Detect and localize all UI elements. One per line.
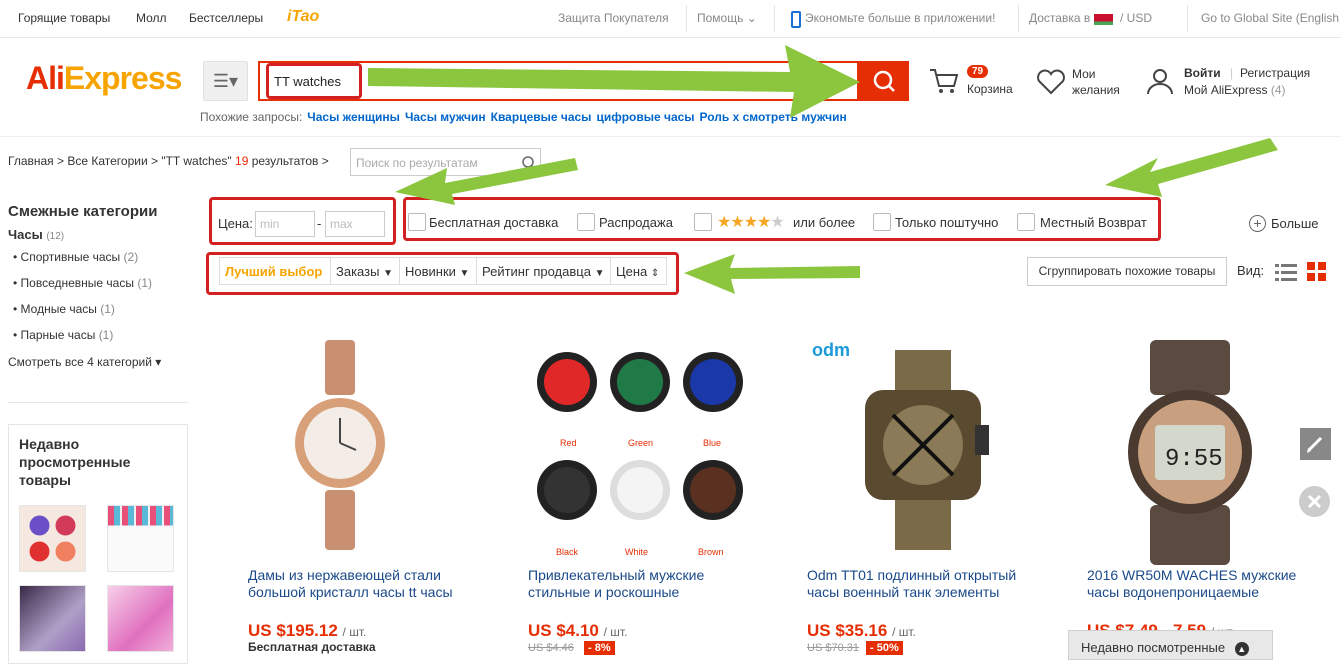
old-price: US $4.46 [528,642,574,654]
close-icon [1307,494,1322,509]
lcd-display: 9:55 [1165,446,1223,473]
product-image-rose-gold-watch[interactable] [270,340,410,550]
close-button[interactable] [1299,486,1330,517]
view-label: Вид: [1237,263,1265,278]
subcategory-item[interactable]: • Повседневные часы (1) [13,276,152,290]
group-similar-button[interactable]: Сгруппировать похожие товары [1027,257,1227,286]
product-title[interactable]: Odm TT01 подлинный открытый часы военный… [807,567,1037,601]
cart-count-badge: 79 [967,65,989,78]
related-categories-title: Смежные категории [8,203,158,220]
variant-label: Red [560,438,577,448]
edit-feedback-button[interactable] [1300,428,1331,460]
recent-thumbnail[interactable] [107,585,174,652]
highlight-box-filters [403,197,1161,241]
related-searches: Похожие запросы: Часы женщины Часы мужчин К… [200,110,847,124]
discount-badge: - 8% [584,641,615,655]
pencil-icon [1307,436,1323,453]
list-view-icon[interactable] [1275,263,1297,281]
chevron-down-icon: ⌄ [746,11,757,25]
heart-icon[interactable] [1036,68,1066,96]
variant-label: Green [628,438,653,448]
recent-thumbnail[interactable] [19,505,86,572]
variant-label: Black [556,547,579,557]
product-price: US $35.16 / шт. [807,621,916,640]
see-all-categories-link[interactable]: Смотреть все 4 категорий ▾ [8,355,161,369]
hot-deals-link[interactable]: Горящие товары [18,11,110,25]
recently-viewed-title: Недавно просмотренные товары [19,436,131,488]
more-filters-button[interactable]: Больше [1271,216,1319,231]
related-link[interactable]: Роль х смотреть мужчин [700,110,847,124]
global-site-link[interactable]: Go to Global Site (English [1201,11,1339,25]
wishlist-label[interactable]: Мои [1072,67,1096,81]
cart-label[interactable]: Корзина [967,82,1013,96]
wishlist-label-2[interactable]: желания [1072,83,1120,97]
variant-label: Blue [703,438,721,448]
menu-icon: ☰▾ [212,71,239,91]
buyer-protection-link[interactable]: Защита Покупателя [558,11,669,25]
recently-viewed-panel: Недавно просмотренные товары [8,424,188,664]
divider [8,402,188,403]
discount-badge: - 50% [866,641,903,655]
arrow-left-2 [1105,138,1278,197]
old-price: US $70.31 [807,642,859,654]
product-price: US $4.10 / шт. [528,621,628,640]
subcategory-item[interactable]: • Спортивные часы (2) [13,250,138,264]
highlight-box-sort [206,252,679,295]
search-icon [522,156,537,171]
app-link[interactable]: Экономьте больше в приложении! [805,11,995,25]
divider: | [1230,66,1234,80]
related-link[interactable]: Кварцевые часы [491,110,592,124]
itao-logo[interactable]: iTao [287,8,319,26]
product-title[interactable]: Дамы из нержавеющей стали большой криста… [248,567,478,601]
grid-view-icon[interactable] [1307,262,1327,282]
highlight-box-search [266,63,362,99]
arrow-left-3 [684,254,860,294]
search-within-results-input[interactable]: Поиск по результатам [350,148,541,176]
recent-thumbnail[interactable] [19,585,86,652]
breadcrumb: Главная > Все Категории > "TT watches" 1… [8,154,329,168]
help-menu[interactable]: Помощь ⌄ [697,11,757,25]
category-watches[interactable]: Часы (12) [8,227,64,242]
variant-label: Brown [698,547,724,557]
product-image-digital-watch[interactable]: 9:55 [1115,340,1265,565]
ship-to-label[interactable]: Доставка в [1029,11,1090,25]
header-divider [0,136,1341,137]
plus-circle-icon[interactable]: + [1249,215,1266,232]
variant-label: White [625,547,648,557]
free-shipping-note: Бесплатная доставка [248,640,376,654]
recent-thumbnail[interactable] [107,505,174,572]
user-icon[interactable] [1145,66,1175,96]
search-button[interactable] [859,61,909,101]
cart-icon[interactable] [928,66,960,96]
product-title[interactable]: Привлекательный мужские стильные и роско… [528,567,758,601]
categories-menu-button[interactable]: ☰▾ [203,61,248,101]
product-title[interactable]: 2016 WR50M WACHES мужские часы водонепро… [1087,567,1317,601]
bestsellers-link[interactable]: Бестселлеры [189,11,263,25]
phone-icon [791,11,801,28]
register-link[interactable]: Регистрация [1240,66,1310,80]
aliexpress-logo[interactable]: AliExpress [26,60,182,97]
related-link[interactable]: Часы женщины [307,110,400,124]
signin-link[interactable]: Войти [1184,66,1221,80]
search-icon [873,70,895,92]
currency-selector[interactable]: / USD [1120,11,1152,25]
product-price: US $195.12 / шт. [248,621,367,640]
chevron-up-icon: ▲ [1234,642,1249,656]
product-image-military-watch[interactable] [855,350,995,550]
top-bar: Горящие товары Молл Бестселлеры iTao Защ… [0,0,1341,38]
mall-link[interactable]: Молл [136,11,167,25]
my-aliexpress-link[interactable]: Мой AliExpress (4) [1184,83,1286,97]
subcategory-item[interactable]: • Модные часы (1) [13,302,115,316]
highlight-box-price [209,197,396,245]
related-link[interactable]: цифровые часы [596,110,694,124]
flag-icon [1094,14,1113,25]
subcategory-item[interactable]: • Парные часы (1) [13,328,113,342]
related-link[interactable]: Часы мужчин [405,110,486,124]
product-image-six-watches[interactable]: Red Green Blue Black White Brown [530,340,750,560]
brand-logo: odm [812,340,850,360]
